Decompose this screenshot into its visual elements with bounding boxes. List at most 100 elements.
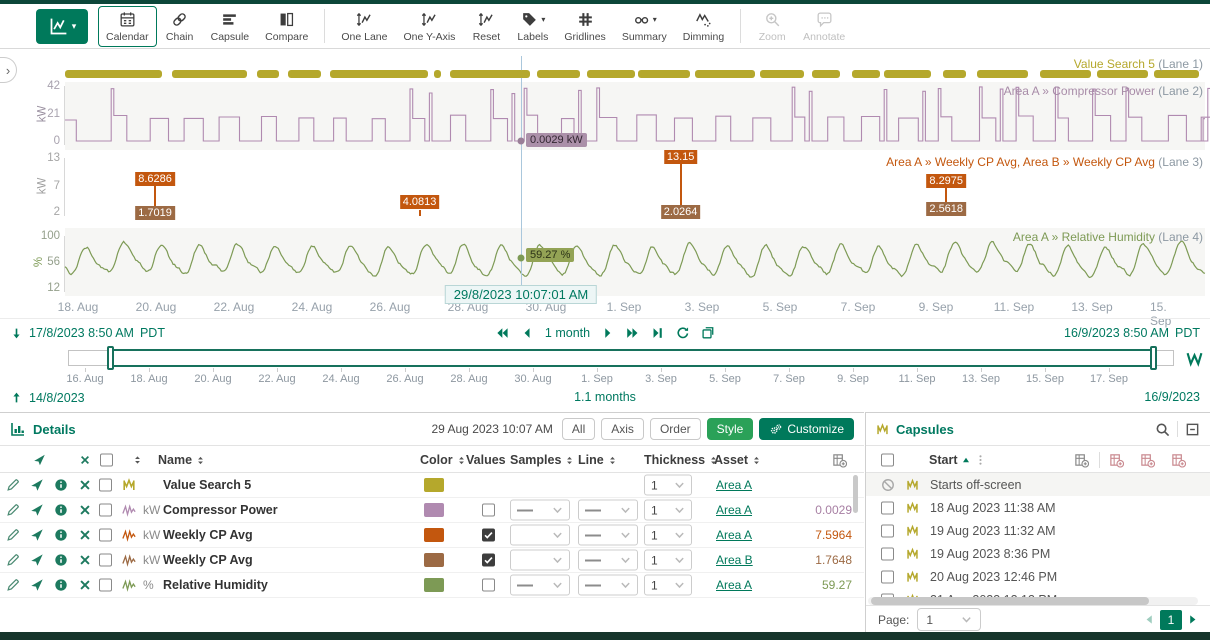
remove-all-button[interactable] xyxy=(79,454,91,466)
capsule-row[interactable]: 19 Aug 2023 8:36 PM xyxy=(866,542,1210,565)
details-row[interactable]: %Relative Humidity1Area A59.27 xyxy=(0,573,864,598)
color-swatch[interactable] xyxy=(424,528,444,542)
checkbox[interactable] xyxy=(99,479,112,492)
item-name[interactable]: Value Search 5 xyxy=(163,478,251,492)
checkbox[interactable] xyxy=(99,554,112,567)
item-name[interactable]: Compressor Power xyxy=(163,503,278,517)
column-header-samples[interactable]: Samples xyxy=(510,453,575,467)
edit-item-button[interactable] xyxy=(6,503,20,517)
thickness-select[interactable]: 1 xyxy=(644,575,692,596)
details-scrollbar[interactable] xyxy=(853,475,858,513)
select-box[interactable] xyxy=(578,575,638,596)
capsule-bar[interactable] xyxy=(638,70,689,78)
add-column-button[interactable] xyxy=(832,453,847,468)
capsule-bar[interactable] xyxy=(330,70,428,78)
range-left-handle[interactable] xyxy=(107,346,114,370)
search-icon[interactable] xyxy=(1155,422,1170,437)
toolbar-button-gridlines[interactable]: Gridlines xyxy=(556,6,613,47)
toolbar-button-annotate[interactable]: Annotate xyxy=(795,6,853,47)
select-box[interactable] xyxy=(578,500,638,521)
asset-link[interactable]: Area B xyxy=(716,553,753,567)
details-axis-button[interactable]: Axis xyxy=(601,418,644,440)
select-all-capsules-checkbox[interactable] xyxy=(881,454,894,467)
asset-link[interactable]: Area A xyxy=(716,578,752,592)
values-checkbox[interactable] xyxy=(482,554,495,567)
toolbar-button-chain[interactable]: Chain xyxy=(157,6,203,47)
step-to-now-button[interactable] xyxy=(651,326,665,340)
capsule-bar[interactable] xyxy=(695,70,754,78)
column-header-start[interactable]: Start xyxy=(929,453,972,467)
remove-item-button[interactable] xyxy=(78,578,92,592)
asset-link[interactable]: Area A xyxy=(716,478,752,492)
prev-page-icon[interactable] xyxy=(1144,614,1155,625)
color-swatch[interactable] xyxy=(424,478,444,492)
asset-link[interactable]: Area A xyxy=(716,503,752,517)
details-all-button[interactable]: All xyxy=(562,418,595,440)
row-select-checkbox[interactable] xyxy=(99,504,112,517)
expand-panel-button[interactable]: › xyxy=(0,57,17,83)
display-range-start-text[interactable]: 17/8/2023 8:50 AM xyxy=(29,326,134,340)
capsule-bar[interactable] xyxy=(760,70,803,78)
refresh-button[interactable] xyxy=(676,326,690,340)
row-select-checkbox[interactable] xyxy=(99,479,112,492)
row-select-checkbox[interactable] xyxy=(99,529,112,542)
capsules-hscroll-thumb[interactable] xyxy=(871,597,1149,605)
thickness-select[interactable]: 1 xyxy=(644,475,692,496)
color-swatch[interactable] xyxy=(424,578,444,592)
values-checkbox[interactable] xyxy=(482,579,495,592)
row-select-checkbox[interactable] xyxy=(99,579,112,592)
select-all-checkbox[interactable] xyxy=(100,454,113,467)
toolbar-button-capsule[interactable]: Capsule xyxy=(203,6,258,47)
range-right-handle[interactable] xyxy=(1150,346,1157,370)
toolbar-button-labels[interactable]: ▾Labels xyxy=(509,6,556,47)
investigate-range-selection[interactable] xyxy=(110,349,1156,367)
sort-icon[interactable] xyxy=(132,455,143,466)
toolbar-button-compare[interactable]: Compare xyxy=(257,6,316,47)
remove-item-button[interactable] xyxy=(78,553,92,567)
capsule-bar[interactable] xyxy=(1154,70,1200,78)
details-row[interactable]: kWWeekly CP Avg1Area A7.5964 xyxy=(0,523,864,548)
pin-all-button[interactable] xyxy=(33,454,46,467)
checkbox[interactable] xyxy=(881,501,894,514)
range-start-arrow-icon[interactable] xyxy=(10,326,23,341)
capsule-bar[interactable] xyxy=(434,70,441,78)
remove-item-button[interactable] xyxy=(78,478,92,492)
apply-to-range-button[interactable] xyxy=(701,326,715,340)
capsule-bar[interactable] xyxy=(977,70,1028,78)
pin-item-button[interactable] xyxy=(30,578,44,592)
column-menu-icon[interactable] xyxy=(974,454,987,467)
capsule-bar[interactable] xyxy=(1040,70,1091,78)
values-checkbox[interactable] xyxy=(482,504,495,517)
add-property-column-button[interactable] xyxy=(1171,453,1186,468)
line-select[interactable] xyxy=(578,500,638,521)
column-header-name[interactable]: Name xyxy=(158,453,206,467)
select-box[interactable]: 1 xyxy=(644,550,692,571)
color-swatch[interactable] xyxy=(424,503,444,517)
edit-item-button[interactable] xyxy=(6,578,20,592)
step-forward-button[interactable] xyxy=(601,326,615,340)
capsule-checkbox-cell[interactable] xyxy=(881,524,894,537)
select-box[interactable]: 1 xyxy=(644,575,692,596)
view-selector-button[interactable]: ▾ xyxy=(36,9,88,44)
checkbox[interactable] xyxy=(881,570,894,583)
toolbar-button-dimming[interactable]: Dimming xyxy=(675,6,732,47)
investigate-range-start-text[interactable]: 14/8/2023 xyxy=(29,391,85,405)
select-box[interactable] xyxy=(510,500,570,521)
jump-forward-button[interactable] xyxy=(626,326,640,340)
capsule-time-toggle-icon[interactable] xyxy=(1186,350,1203,370)
capsule-row[interactable]: 20 Aug 2023 12:46 PM xyxy=(866,565,1210,588)
item-info-button[interactable] xyxy=(54,478,68,492)
capsule-bar[interactable] xyxy=(812,70,841,78)
toolbar-button-zoom[interactable]: Zoom xyxy=(749,6,795,47)
current-page-badge[interactable]: 1 xyxy=(1160,610,1182,630)
line-select[interactable] xyxy=(578,575,638,596)
select-box[interactable] xyxy=(510,550,570,571)
capsule-checkbox-cell[interactable] xyxy=(881,501,894,514)
blocked-icon-cell[interactable] xyxy=(881,478,895,492)
capsule-checkbox-cell[interactable] xyxy=(881,547,894,560)
toolbar-button-calendar[interactable]: Calendar xyxy=(98,6,157,47)
item-name[interactable]: Relative Humidity xyxy=(163,578,268,592)
page-select[interactable]: 1 xyxy=(917,608,981,631)
checkbox[interactable] xyxy=(881,454,894,467)
capsule-bar[interactable] xyxy=(1097,70,1148,78)
